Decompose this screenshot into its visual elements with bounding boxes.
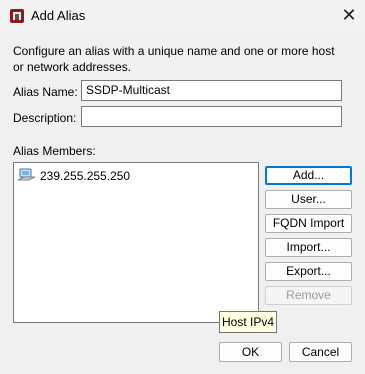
fqdn-import-button[interactable]: FQDN Import: [265, 214, 352, 233]
ok-button[interactable]: OK: [219, 342, 282, 362]
window-title: Add Alias: [31, 8, 86, 23]
export-button[interactable]: Export...: [265, 262, 352, 281]
add-button[interactable]: Add...: [265, 166, 352, 185]
alias-members-list[interactable]: 239.255.255.250: [13, 162, 259, 323]
host-ipv4-icon: [18, 168, 36, 181]
remove-button[interactable]: Remove: [265, 286, 352, 305]
description-input[interactable]: [81, 106, 342, 127]
app-icon: [10, 9, 24, 23]
alias-members-label: Alias Members:: [13, 144, 96, 158]
intro-text: Configure an alias with a unique name an…: [13, 44, 335, 74]
alias-name-label: Alias Name:: [13, 85, 78, 99]
list-item[interactable]: 239.255.255.250: [18, 168, 238, 184]
user-button[interactable]: User...: [265, 190, 352, 209]
alias-name-input[interactable]: SSDP-Multicast: [81, 80, 342, 101]
list-item-text: 239.255.255.250: [40, 169, 131, 183]
import-button[interactable]: Import...: [265, 238, 352, 257]
description-label: Description:: [13, 111, 77, 125]
cancel-button[interactable]: Cancel: [289, 342, 352, 362]
title-bar: Add Alias ✕: [0, 0, 365, 32]
tooltip: Host IPv4: [219, 311, 277, 333]
close-icon[interactable]: ✕: [335, 1, 363, 31]
